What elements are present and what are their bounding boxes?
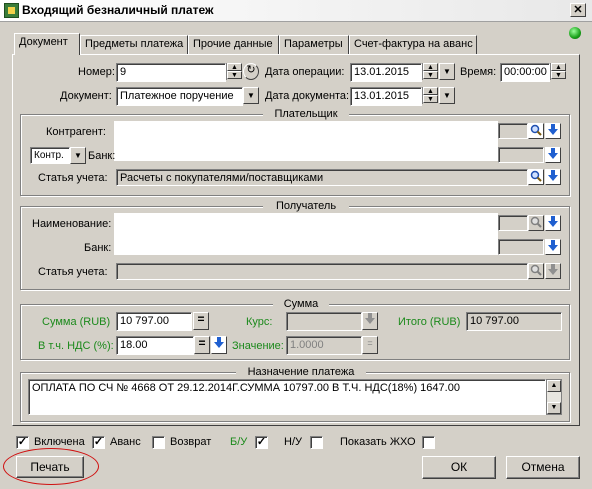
payer-group-title: Плательщик: [263, 108, 349, 120]
payer-counterparty-label: Контрагент:: [46, 126, 106, 138]
receiver-bank-label: Банк:: [84, 242, 112, 254]
status-indicator-icon: [569, 27, 581, 39]
document-type-select[interactable]: Платежное поручение: [116, 87, 243, 106]
vat-calculator-button[interactable]: =: [194, 336, 210, 354]
payer-account-select-icon[interactable]: [545, 169, 561, 185]
receiver-account-select-icon: [545, 263, 561, 279]
rate-select-icon: [362, 312, 378, 330]
nu-checkbox[interactable]: [310, 436, 323, 449]
vat-select-icon[interactable]: [211, 336, 227, 354]
title-bar: Входящий безналичный платеж ✕: [0, 0, 592, 22]
tab-document[interactable]: Документ: [14, 33, 80, 55]
value-calculator-button: =: [362, 336, 378, 354]
ok-button[interactable]: ОК: [422, 456, 496, 479]
payer-counterparty-field[interactable]: [114, 121, 498, 161]
total-field: 10 797.00: [466, 312, 562, 331]
time-spinner[interactable]: ▲ ▼: [550, 63, 566, 80]
included-checkbox[interactable]: ✓: [16, 436, 29, 449]
document-type-label: Документ:: [60, 90, 112, 102]
receiver-account-search-icon: [528, 263, 544, 279]
scroll-up-icon[interactable]: ▲: [547, 380, 561, 392]
payer-bank-select-icon[interactable]: [545, 147, 561, 163]
time-label: Время:: [460, 66, 497, 78]
receiver-name-search-icon[interactable]: [528, 215, 544, 231]
scroll-down-icon[interactable]: ▼: [547, 402, 561, 414]
operation-date-label: Дата операции:: [265, 66, 345, 78]
tab-other-data[interactable]: Прочие данные: [188, 35, 279, 55]
refresh-icon[interactable]: ↻: [243, 63, 259, 80]
document-type-dropdown[interactable]: ▼: [243, 87, 259, 104]
purpose-scrollbar[interactable]: ▲ ▼: [546, 379, 562, 415]
document-date-spinner[interactable]: ▲ ▼: [422, 87, 438, 104]
vat-label: В т.ч. НДС (%):: [38, 340, 114, 352]
advance-checkbox[interactable]: ✓: [92, 436, 105, 449]
payer-account-search-icon[interactable]: [528, 169, 544, 185]
return-label: Возврат: [170, 436, 212, 448]
value-input: 1.0000: [286, 336, 362, 355]
receiver-name-label: Наименование:: [32, 218, 112, 230]
payer-kind-dropdown[interactable]: ▼: [70, 147, 86, 164]
payer-counterparty-search-icon[interactable]: [528, 123, 544, 139]
show-zhho-checkbox[interactable]: [422, 436, 435, 449]
return-checkbox[interactable]: [152, 436, 165, 449]
advance-label: Аванс: [110, 436, 141, 448]
amount-label: Сумма (RUB): [42, 316, 111, 328]
rate-input: [286, 312, 362, 331]
receiver-name-field[interactable]: [114, 213, 498, 255]
receiver-bank-select-icon[interactable]: [545, 239, 561, 255]
amount-input[interactable]: 10 797.00: [116, 312, 192, 331]
receiver-name-select-icon[interactable]: [545, 215, 561, 231]
operation-date-input[interactable]: 13.01.2015: [350, 63, 422, 82]
receiver-group-title: Получатель: [263, 200, 349, 212]
vat-input[interactable]: 18.00: [116, 336, 194, 355]
receiver-name-extension: [498, 215, 528, 231]
operation-date-spinner[interactable]: ▲ ▼: [422, 63, 438, 80]
number-label: Номер:: [78, 66, 115, 78]
show-zhho-label: Показать ЖХО: [340, 436, 416, 448]
time-input[interactable]: 00:00:00: [500, 63, 550, 82]
included-label: Включена: [34, 436, 85, 448]
receiver-bank-extension: [498, 239, 544, 255]
receiver-account-label: Статья учета:: [38, 266, 108, 278]
bu-checkbox[interactable]: ✓: [255, 436, 268, 449]
number-spinner[interactable]: ▲ ▼: [226, 63, 242, 80]
receiver-account-field: [116, 263, 528, 280]
tab-payment-items[interactable]: Предметы платежа: [80, 35, 188, 55]
payer-counterparty-select-icon[interactable]: [545, 123, 561, 139]
window-title: Входящий безналичный платеж: [22, 3, 214, 17]
payer-account-label: Статья учета:: [38, 172, 108, 184]
payer-bank-label: Банк:: [88, 150, 116, 162]
tab-parameters[interactable]: Параметры: [279, 35, 349, 55]
app-icon: [4, 3, 19, 18]
document-date-dropdown[interactable]: ▼: [439, 87, 455, 104]
rate-label: Курс:: [246, 316, 273, 328]
payer-counterparty-extension: [498, 123, 528, 139]
amount-calculator-button[interactable]: =: [193, 312, 209, 330]
payer-account-field[interactable]: Расчеты с покупателями/поставщиками: [116, 169, 528, 186]
tab-advance-invoice[interactable]: Счет-фактура на аванс: [349, 35, 477, 55]
purpose-textarea[interactable]: ОПЛАТА ПО СЧ № 4668 ОТ 29.12.2014Г.СУММА…: [28, 379, 546, 415]
annotation-oval: [3, 448, 99, 485]
payer-bank-extension: [498, 147, 544, 163]
bu-label: Б/У: [230, 436, 248, 448]
total-label: Итого (RUB): [398, 316, 461, 328]
value-label: Значение:: [232, 340, 284, 352]
sum-group-title: Сумма: [273, 298, 329, 310]
nu-label: Н/У: [284, 436, 302, 448]
cancel-button[interactable]: Отмена: [506, 456, 580, 479]
operation-date-dropdown[interactable]: ▼: [439, 63, 455, 80]
document-date-label: Дата документа:: [265, 90, 350, 102]
document-date-input[interactable]: 13.01.2015: [350, 87, 422, 106]
number-input[interactable]: 9: [116, 63, 226, 82]
purpose-group-title: Назначение платежа: [236, 366, 366, 378]
payer-kind-select[interactable]: Контр.: [30, 147, 70, 164]
close-button[interactable]: ✕: [570, 3, 586, 17]
